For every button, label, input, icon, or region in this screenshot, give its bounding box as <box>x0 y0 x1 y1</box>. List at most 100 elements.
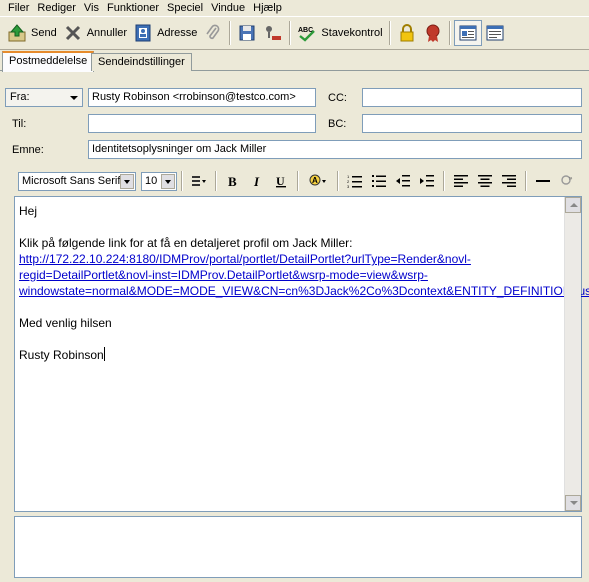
signature-text: Rusty Robinson <box>19 348 104 362</box>
toolbar-overflow-button[interactable]: » <box>556 170 578 192</box>
encrypt-button[interactable] <box>394 20 420 46</box>
cc-label: CC: <box>328 92 347 104</box>
menu-rediger[interactable]: Rediger <box>33 0 80 16</box>
text-color-button[interactable]: A <box>304 170 332 192</box>
indent-button[interactable] <box>416 170 438 192</box>
italic-icon: I <box>253 174 260 189</box>
menu-vindue[interactable]: Vindue <box>207 0 249 16</box>
menu-hjaelp[interactable]: Hjælp <box>249 0 286 16</box>
svg-text:I: I <box>253 174 260 189</box>
send-icon <box>7 23 27 43</box>
font-select[interactable]: Microsoft Sans Serif <box>18 171 136 191</box>
paperclip-icon <box>203 23 223 43</box>
html-view-button[interactable] <box>453 20 482 46</box>
bullet-list-button[interactable] <box>368 170 390 192</box>
paragraph-style-button[interactable] <box>188 170 210 192</box>
to-field[interactable] <box>88 114 316 133</box>
from-field[interactable]: Rusty Robinson <rrobinson@testco.com> <box>88 88 316 107</box>
close-icon <box>63 23 83 43</box>
outdent-icon <box>396 175 410 187</box>
svg-text:B: B <box>228 174 237 189</box>
toolbar-separator <box>448 21 451 45</box>
bullet-list-icon <box>372 175 386 187</box>
attachment-area[interactable] <box>14 516 582 578</box>
text-caret <box>103 347 105 361</box>
toolbar-separator <box>525 171 527 191</box>
spellcheck-icon: ABC <box>297 23 317 43</box>
underline-icon: U <box>276 174 286 188</box>
tab-postmeddelelse[interactable]: Postmeddelelse <box>2 51 95 72</box>
seal-icon <box>423 23 443 43</box>
font-size-select[interactable]: 10 <box>141 171 177 191</box>
toolbar-separator <box>181 171 183 191</box>
send-button[interactable]: Send <box>4 20 60 46</box>
tab-sendeindstillinger[interactable]: Sendeindstillinger <box>91 53 192 71</box>
address-button[interactable]: Adresse <box>130 20 200 46</box>
paragraph-style-icon <box>192 176 206 186</box>
cancel-button[interactable]: Annuller <box>60 20 130 46</box>
toolbar-separator <box>443 171 445 191</box>
horizontal-line-icon <box>536 180 550 182</box>
align-left-icon <box>454 175 468 187</box>
intro-text: Klik på følgende link for at få en detal… <box>19 236 353 250</box>
attach-button[interactable] <box>200 20 226 46</box>
menu-funktioner[interactable]: Funktioner <box>103 0 163 16</box>
svg-text:»: » <box>569 176 573 182</box>
message-body-editor[interactable]: Hej Klik på følgende link for at få en d… <box>14 196 589 512</box>
subject-label: Emne: <box>12 144 44 156</box>
scroll-down-button[interactable] <box>565 495 581 511</box>
chevron-down-icon <box>120 173 134 189</box>
format-toolbar: Microsoft Sans Serif 10 B I U A 123 » <box>14 168 582 194</box>
underline-button[interactable]: U <box>270 170 292 192</box>
toolbar-separator <box>229 21 232 45</box>
chevron-down-icon <box>161 173 175 189</box>
horizontal-line-button[interactable] <box>532 170 554 192</box>
sign-button[interactable] <box>420 20 446 46</box>
format-button[interactable] <box>260 20 286 46</box>
format-icon <box>263 23 283 43</box>
address-book-icon <box>133 23 153 43</box>
main-toolbar: Send Annuller Adresse ABC Stavekontrol <box>0 16 589 50</box>
header-form: Fra: Rusty Robinson <rrobinson@testco.co… <box>0 72 589 164</box>
spellcheck-button[interactable]: ABC Stavekontrol <box>294 20 385 46</box>
menu-speciel[interactable]: Speciel <box>163 0 207 16</box>
bc-label: BC: <box>328 118 347 130</box>
lock-icon <box>397 23 417 43</box>
align-right-button[interactable] <box>498 170 520 192</box>
toolbar-separator <box>297 171 299 191</box>
svg-text:A: A <box>312 176 318 185</box>
align-left-button[interactable] <box>450 170 472 192</box>
profile-link[interactable]: http://172.22.10.224:8180/IDMProv/portal… <box>19 252 589 298</box>
outdent-button[interactable] <box>392 170 414 192</box>
align-right-icon <box>502 175 516 187</box>
to-label: Til: <box>12 118 27 130</box>
editor-scrollbar[interactable] <box>564 197 581 511</box>
toolbar-separator <box>289 21 292 45</box>
message-body-content[interactable]: Hej Klik på følgende link for at få en d… <box>15 197 589 511</box>
subject-field[interactable]: Identitetsoplysninger om Jack Miller <box>88 140 582 159</box>
plain-view-icon <box>485 23 505 43</box>
align-center-button[interactable] <box>474 170 496 192</box>
italic-button[interactable]: I <box>246 170 268 192</box>
bc-field[interactable] <box>362 114 582 133</box>
toolbar-separator <box>337 171 339 191</box>
from-dropdown[interactable]: Fra: <box>5 88 83 107</box>
numbered-list-button[interactable]: 123 <box>344 170 366 192</box>
overflow-icon: » <box>561 175 573 185</box>
html-view-icon <box>458 23 478 43</box>
numbered-list-icon: 123 <box>347 174 362 189</box>
bold-button[interactable]: B <box>222 170 244 192</box>
plain-view-button[interactable] <box>482 20 508 46</box>
cc-field[interactable] <box>362 88 582 107</box>
toolbar-separator <box>215 171 217 191</box>
save-button[interactable] <box>234 20 260 46</box>
scroll-up-button[interactable] <box>565 197 581 213</box>
save-icon <box>237 23 257 43</box>
menu-filer[interactable]: Filer <box>4 0 33 16</box>
toolbar-separator <box>388 21 391 45</box>
menu-vis[interactable]: Vis <box>80 0 103 16</box>
chevron-down-icon <box>70 96 78 100</box>
tab-strip: Postmeddelelse Sendeindstillinger <box>0 51 589 72</box>
greeting-text: Hej <box>19 204 38 218</box>
align-center-icon <box>478 175 492 187</box>
